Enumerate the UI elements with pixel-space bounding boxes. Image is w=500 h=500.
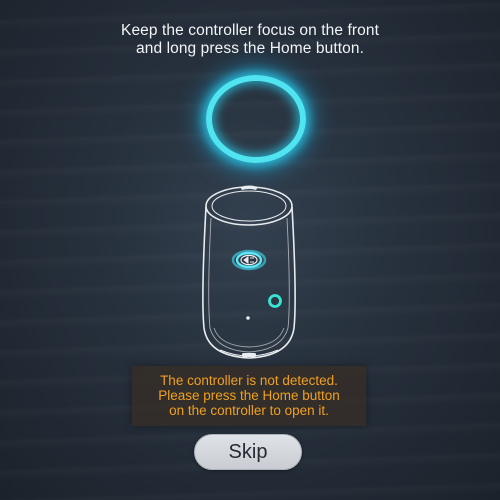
vr-controller-icon [202, 185, 296, 359]
not-detected-message: The controller is not detected. Please p… [132, 366, 366, 426]
message-line-3: on the controller to open it. [169, 403, 329, 418]
instruction-text: Keep the controller focus on the front a… [40, 22, 460, 58]
focus-ring-icon [206, 75, 306, 163]
message-line-2: Please press the Home button [158, 388, 340, 403]
skip-button[interactable]: Skip [194, 434, 302, 470]
instruction-line-1: Keep the controller focus on the front [121, 22, 379, 39]
message-line-1: The controller is not detected. [160, 373, 338, 388]
home-button-icon [231, 249, 267, 271]
indicator-light-icon [268, 294, 282, 308]
instruction-line-2: and long press the Home button. [136, 40, 364, 57]
